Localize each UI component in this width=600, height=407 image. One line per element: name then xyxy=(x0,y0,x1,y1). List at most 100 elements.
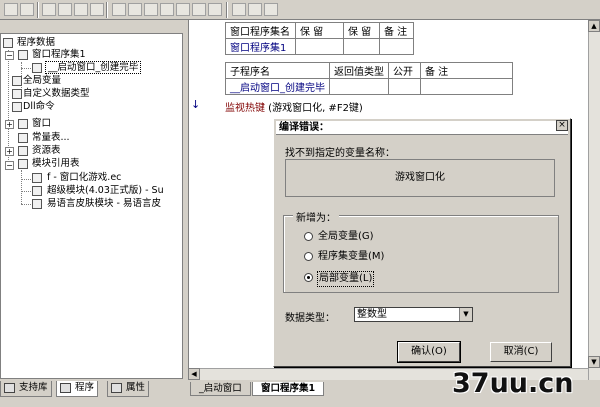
toolbar-button[interactable] xyxy=(112,3,126,16)
program-icon xyxy=(60,383,71,393)
tree-item-global-vars[interactable]: 全局变量 xyxy=(23,75,61,87)
table-cell[interactable] xyxy=(420,78,513,95)
toolbar-separator xyxy=(37,2,39,18)
module-file-icon xyxy=(32,173,42,183)
tree-item-module-file[interactable]: 超级模块(4.03正式版) - Su xyxy=(47,185,164,197)
tree-connector xyxy=(21,191,31,192)
code-args: (游戏窗口化, #F2键) xyxy=(265,103,363,114)
tree-connector xyxy=(21,68,31,69)
data-type-select[interactable]: 整数型 ▼ xyxy=(354,307,473,322)
dialog-title: 编译错误： xyxy=(276,121,568,135)
toolbar-separator xyxy=(106,2,108,18)
toolbar-button[interactable] xyxy=(58,3,72,16)
table-cell[interactable] xyxy=(295,38,344,55)
database-icon xyxy=(3,38,13,48)
close-icon[interactable]: × xyxy=(556,120,568,131)
assembly-name-cell[interactable]: 窗口程序集1 xyxy=(225,38,296,55)
toolbar-button[interactable] xyxy=(176,3,190,16)
table-cell[interactable] xyxy=(379,38,414,55)
datatype-icon xyxy=(12,89,22,99)
tree-item-custom-types[interactable]: 自定义数据类型 xyxy=(23,88,90,100)
expand-icon[interactable]: + xyxy=(5,120,14,129)
error-message: 找不到指定的变量名称： xyxy=(285,148,395,159)
radio-label: 全局变量(G) xyxy=(318,231,374,242)
add-as-group: 新增为： 全局变量(G) 程序集变量(M) 局部变量(L) xyxy=(283,209,559,293)
tree-item-modules[interactable]: 模块引用表 xyxy=(32,158,80,170)
tree-item-assembly[interactable]: 窗口程序集1 xyxy=(32,49,86,61)
group-title: 新增为： xyxy=(293,209,339,224)
toolbar-button[interactable] xyxy=(248,3,262,16)
expand-icon[interactable]: + xyxy=(5,147,14,156)
scroll-left-icon[interactable]: ◀ xyxy=(188,368,200,380)
ok-button[interactable]: 确认(O) xyxy=(397,341,461,363)
scroll-down-icon[interactable]: ▼ xyxy=(588,356,600,368)
module-file-icon xyxy=(32,186,42,196)
assembly-table: 窗口程序集名 保 留 保 留 备 注 窗口程序集1 xyxy=(225,22,414,55)
scroll-up-icon[interactable]: ▲ xyxy=(588,20,600,32)
toolbar-button[interactable] xyxy=(90,3,104,16)
assembly-icon xyxy=(18,50,28,60)
data-type-value: 整数型 xyxy=(357,309,387,320)
radio-label: 程序集变量(M) xyxy=(318,251,385,262)
tree-item-windows[interactable]: 窗口 xyxy=(32,118,51,130)
radio-label: 局部变量(L) xyxy=(317,271,375,287)
toolbar-button[interactable] xyxy=(20,3,34,16)
toolbar-button[interactable] xyxy=(208,3,222,16)
tab-properties[interactable]: 属性 xyxy=(107,381,150,397)
subroutine-table: 子程序名 返回值类型 公开 备 注 __启动窗口_创建完毕 xyxy=(225,62,513,95)
program-tree[interactable]: 程序数据 − 窗口程序集1 __启动窗口_创建完毕 全局变量 自定义数据类型 D… xyxy=(0,33,183,379)
table-cell[interactable] xyxy=(343,38,380,55)
tab-label: 属性 xyxy=(126,382,146,393)
left-tab-bar: 支持库 程序 属性 xyxy=(0,380,183,398)
tab-support-library[interactable]: 支持库 xyxy=(0,381,52,397)
data-type-label: 数据类型： xyxy=(285,313,335,324)
table-header: 子程序名 xyxy=(225,62,330,79)
radio-selected-icon xyxy=(304,273,313,282)
resources-icon xyxy=(18,146,28,156)
subroutine-name-cell[interactable]: __启动窗口_创建完毕 xyxy=(225,78,330,95)
toolbar xyxy=(0,0,600,20)
window-icon xyxy=(18,119,28,129)
toolbar-button[interactable] xyxy=(232,3,246,16)
tree-connector xyxy=(21,170,22,204)
properties-icon xyxy=(111,383,122,393)
toolbar-button[interactable] xyxy=(144,3,158,16)
tree-item-module-file[interactable]: 易语言皮肤模块 - 易语言皮 xyxy=(47,198,161,210)
global-var-icon xyxy=(12,76,22,86)
tab-program[interactable]: 程序 xyxy=(56,381,99,397)
toolbar-button[interactable] xyxy=(264,3,278,16)
chevron-down-icon[interactable]: ▼ xyxy=(459,308,472,321)
collapse-icon[interactable]: − xyxy=(5,51,14,60)
table-header: 返回值类型 xyxy=(329,62,389,79)
radio-icon xyxy=(304,252,313,261)
toolbar-button[interactable] xyxy=(160,3,174,16)
tree-item-dll[interactable]: Dll命令 xyxy=(23,101,55,113)
tree-item-resources[interactable]: 资源表 xyxy=(32,145,61,157)
subroutine-icon xyxy=(32,63,42,73)
toolbar-button[interactable] xyxy=(4,3,18,16)
code-keyword: 监视热键 xyxy=(225,103,265,114)
tab-label: 程序 xyxy=(75,382,95,393)
tree-item-subroutine[interactable]: __启动窗口_创建完毕 xyxy=(45,61,142,74)
toolbar-button[interactable] xyxy=(128,3,142,16)
tree-item-constants[interactable]: 常量表... xyxy=(32,132,70,144)
vertical-scrollbar[interactable]: ▲ ▼ xyxy=(588,20,600,380)
toolbar-button[interactable] xyxy=(74,3,88,16)
tab-window-assembly[interactable]: 窗口程序集1 xyxy=(252,382,325,396)
toolbar-button[interactable] xyxy=(42,3,56,16)
constants-icon xyxy=(18,133,28,143)
module-icon xyxy=(18,159,28,169)
toolbar-separator xyxy=(226,2,228,18)
cancel-button[interactable]: 取消(C) xyxy=(490,342,552,362)
toolbar-button[interactable] xyxy=(192,3,206,16)
library-icon xyxy=(4,383,15,393)
tree-item-program-data[interactable]: 程序数据 xyxy=(17,37,55,49)
table-cell[interactable] xyxy=(329,78,389,95)
code-line[interactable]: 监视热键 (游戏窗口化, #F2键) xyxy=(225,99,363,114)
module-file-icon xyxy=(32,199,42,209)
tree-item-module-file[interactable]: f - 窗口化游戏.ec xyxy=(47,172,121,184)
collapse-icon[interactable]: − xyxy=(5,161,14,170)
table-cell[interactable] xyxy=(388,78,421,95)
current-line-arrow-icon: ↓ xyxy=(191,98,201,111)
tab-start-window[interactable]: _启动窗口 xyxy=(190,382,251,396)
